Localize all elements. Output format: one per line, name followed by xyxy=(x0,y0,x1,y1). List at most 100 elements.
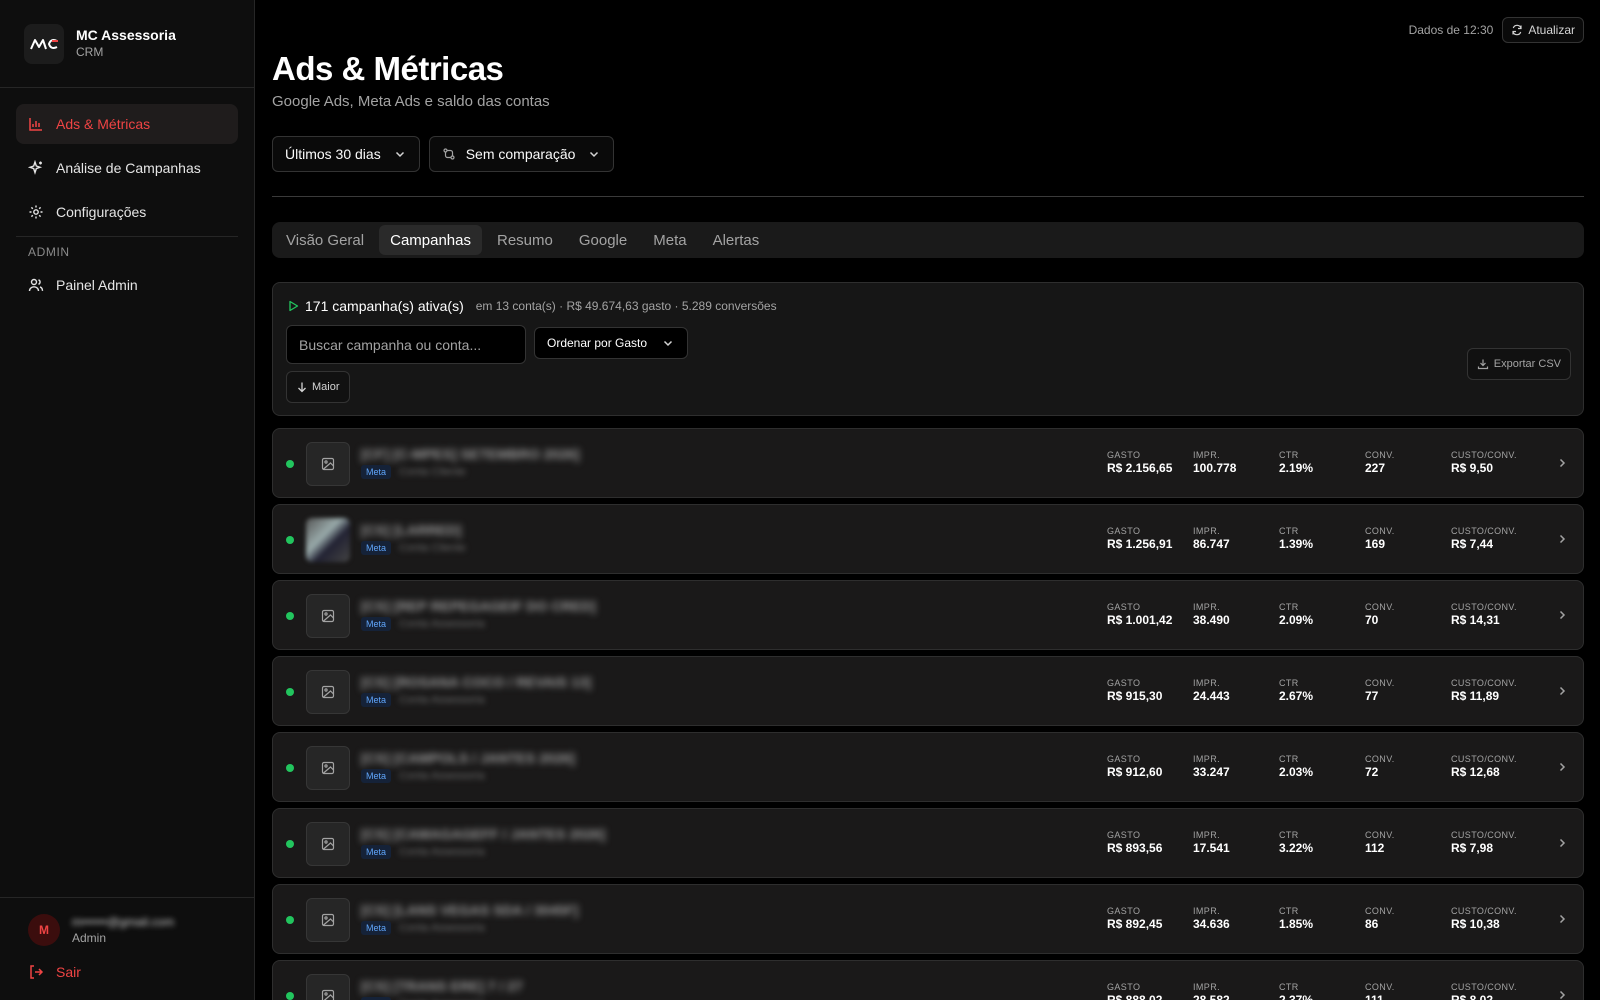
campaign-thumbnail xyxy=(306,442,350,486)
metric-value: 2.37% xyxy=(1279,993,1314,1000)
campaign-row[interactable]: [CS] [CAMPOLS / JANTES 2026] Meta Conta … xyxy=(272,732,1584,802)
metric-ctr: CTR 2.37% xyxy=(1279,981,1313,1000)
metric-label: CUSTO/CONV. xyxy=(1451,526,1517,536)
tab-campanhas[interactable]: Campanhas xyxy=(379,225,482,255)
sparkles-icon xyxy=(28,160,44,176)
metric-label: CUSTO/CONV. xyxy=(1451,450,1517,460)
metric-value: R$ 912,60 xyxy=(1107,765,1163,779)
search-input[interactable] xyxy=(286,325,526,364)
metric-value: 169 xyxy=(1365,537,1386,551)
metric-value: 34.636 xyxy=(1193,917,1230,931)
metric-custo-conv: CUSTO/CONV. R$ 10,38 xyxy=(1451,905,1517,932)
metric-custo-conv: CUSTO/CONV. R$ 14,31 xyxy=(1451,601,1517,628)
tab-resumo[interactable]: Resumo xyxy=(486,225,564,255)
campaign-row[interactable]: [CS] [CAMAGAGEFF / JANTES 2026] Meta Con… xyxy=(272,808,1584,878)
metric-impressoes: IMPR. 28.582 xyxy=(1193,981,1230,1000)
campaign-row[interactable]: [CS] [REP REPEGAGEIF DO CRED] Meta Conta… xyxy=(272,580,1584,650)
campaign-row[interactable]: [CS] [LARRED] Meta Conta Cliente GASTO R… xyxy=(272,504,1584,574)
filters: Últimos 30 dias Sem comparação xyxy=(272,136,623,172)
mc-logo-icon xyxy=(30,38,58,49)
tab-meta[interactable]: Meta xyxy=(642,225,697,255)
gear-icon xyxy=(28,204,44,220)
metric-label: CUSTO/CONV. xyxy=(1451,982,1517,992)
image-icon xyxy=(321,761,335,775)
metric-value: 17.541 xyxy=(1193,841,1230,855)
sidebar-item-painel-admin[interactable]: Painel Admin xyxy=(16,265,238,305)
campaign-row[interactable]: [CS] [TRANS ERE] 7 / 27 Meta Conta Asses… xyxy=(272,960,1584,1000)
chevron-right-icon[interactable] xyxy=(1555,836,1569,850)
metric-value: R$ 7,44 xyxy=(1451,537,1494,551)
metric-ctr: CTR 2.67% xyxy=(1279,677,1313,704)
metric-label: IMPR. xyxy=(1193,906,1221,916)
image-icon xyxy=(321,457,335,471)
chevron-right-icon[interactable] xyxy=(1555,456,1569,470)
metric-value: 86.747 xyxy=(1193,537,1230,551)
metric-label: CUSTO/CONV. xyxy=(1451,830,1517,840)
metric-value: 33.247 xyxy=(1193,765,1230,779)
comparison-select[interactable]: Sem comparação xyxy=(428,136,615,172)
metric-gasto: GASTO R$ 1.256,91 xyxy=(1107,525,1172,552)
metric-label: CUSTO/CONV. xyxy=(1451,754,1517,764)
image-icon xyxy=(321,989,335,1000)
chevron-down-icon xyxy=(587,147,601,161)
campaign-account: Conta Assessoria xyxy=(399,922,485,934)
period-select[interactable]: Últimos 30 dias xyxy=(272,136,420,172)
campaign-name: [CS] [LANS VEGAS SDA / 3045F] xyxy=(361,902,579,918)
metric-label: IMPR. xyxy=(1193,982,1221,992)
metric-gasto: GASTO R$ 915,30 xyxy=(1107,677,1162,704)
status-active-dot xyxy=(286,992,294,1000)
metric-conversoes: CONV. 77 xyxy=(1365,677,1395,704)
campaign-row[interactable]: [CS] [ROSANA COCO / REVAIS 13] Meta Cont… xyxy=(272,656,1584,726)
sidebar-item-ads-metricas[interactable]: Ads & Métricas xyxy=(16,104,238,144)
image-icon xyxy=(321,837,335,851)
chevron-right-icon[interactable] xyxy=(1555,912,1569,926)
metric-value: 2.09% xyxy=(1279,613,1314,627)
metric-label: CTR xyxy=(1279,526,1299,536)
sidebar-item-label: Ads & Métricas xyxy=(56,116,151,132)
metric-gasto: GASTO R$ 912,60 xyxy=(1107,753,1162,780)
campaign-row[interactable]: [CF] [C-MPES] SETEMBRO 2026] Meta Conta … xyxy=(272,428,1584,498)
sort-select[interactable]: Ordenar por Gasto xyxy=(534,327,689,359)
status-active-dot xyxy=(286,916,294,924)
chevron-right-icon[interactable] xyxy=(1555,760,1569,774)
metric-custo-conv: CUSTO/CONV. R$ 12,68 xyxy=(1451,753,1517,780)
sidebar-item-analise-campanhas[interactable]: Análise de Campanhas xyxy=(16,148,238,188)
divider xyxy=(272,196,1584,197)
chevron-right-icon[interactable] xyxy=(1555,988,1569,1000)
metric-label: CTR xyxy=(1279,830,1299,840)
user-info[interactable]: M m••••••@gmail.com Admin xyxy=(28,914,226,946)
bar-chart-icon xyxy=(28,116,44,132)
chevron-right-icon[interactable] xyxy=(1555,684,1569,698)
metric-gasto: GASTO R$ 888,02 xyxy=(1107,981,1162,1000)
refresh-button[interactable]: Atualizar xyxy=(1502,17,1584,43)
chevron-down-icon xyxy=(661,336,675,350)
status-active-dot xyxy=(286,460,294,468)
metric-label: CONV. xyxy=(1365,754,1395,764)
tab-alertas[interactable]: Alertas xyxy=(702,225,771,255)
metric-gasto: GASTO R$ 2.156,65 xyxy=(1107,449,1172,476)
metric-label: CTR xyxy=(1279,982,1299,992)
metric-value: R$ 2.156,65 xyxy=(1107,461,1173,475)
tab-visao-geral[interactable]: Visão Geral xyxy=(275,225,375,255)
sort-order-label: Maior xyxy=(312,381,340,393)
metric-conversoes: CONV. 227 xyxy=(1365,449,1395,476)
campaign-row[interactable]: [CS] [LANS VEGAS SDA / 3045F] Meta Conta… xyxy=(272,884,1584,954)
metric-conversoes: CONV. 112 xyxy=(1365,829,1395,856)
campaign-thumbnail xyxy=(306,898,350,942)
metric-value: 72 xyxy=(1365,765,1379,779)
campaign-name: [CS] [CAMAGAGEFF / JANTES 2026] xyxy=(361,826,606,842)
sort-order-button[interactable]: Maior xyxy=(286,371,350,403)
avatar: M xyxy=(28,914,60,946)
export-csv-button[interactable]: Exportar CSV xyxy=(1466,348,1571,380)
chevron-right-icon[interactable] xyxy=(1555,532,1569,546)
campaign-thumbnail xyxy=(306,670,350,714)
brand[interactable]: MC Assessoria CRM xyxy=(0,0,254,88)
sidebar-item-configuracoes[interactable]: Configurações xyxy=(16,192,238,232)
metric-value: 24.443 xyxy=(1193,689,1230,703)
chevron-right-icon[interactable] xyxy=(1555,608,1569,622)
tab-google[interactable]: Google xyxy=(568,225,638,255)
metric-conversoes: CONV. 169 xyxy=(1365,525,1395,552)
metric-impressoes: IMPR. 17.541 xyxy=(1193,829,1230,856)
platform-badge: Meta xyxy=(361,845,392,859)
logout-button[interactable]: Sair xyxy=(28,964,226,980)
